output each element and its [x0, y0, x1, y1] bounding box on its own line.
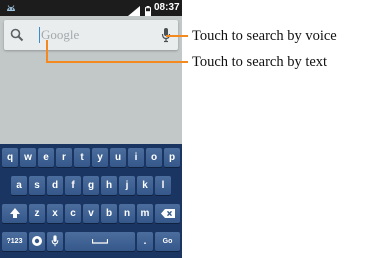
phone-screen: 08:37 Google q w e r t y u i o p a s d f… [0, 0, 182, 258]
voice-callout-line [166, 35, 188, 37]
status-bar: 08:37 [0, 0, 182, 16]
key-d[interactable]: d [47, 176, 63, 195]
go-key[interactable]: Go [155, 232, 180, 251]
key-h[interactable]: h [101, 176, 117, 195]
space-key[interactable] [65, 232, 135, 251]
key-j[interactable]: j [119, 176, 135, 195]
text-callout-line-horizontal [46, 61, 188, 63]
key-e[interactable]: e [38, 148, 54, 167]
key-x[interactable]: x [47, 204, 63, 223]
key-g[interactable]: g [83, 176, 99, 195]
key-s[interactable]: s [29, 176, 45, 195]
microphone-icon [51, 234, 59, 248]
key-b[interactable]: b [101, 204, 117, 223]
key-r[interactable]: r [56, 148, 72, 167]
key-q[interactable]: q [2, 148, 18, 167]
voice-input-key[interactable] [47, 232, 63, 251]
search-icon[interactable] [10, 28, 24, 42]
key-n[interactable]: n [119, 204, 135, 223]
soft-keyboard: q w e r t y u i o p a s d f g h j k l z … [0, 144, 182, 258]
text-callout-label: Touch to search by text [192, 54, 328, 70]
symbols-key[interactable]: ?123 [2, 232, 27, 251]
signal-icon [128, 3, 140, 16]
android-notification-icon [5, 2, 17, 13]
period-key[interactable]: . [137, 232, 153, 251]
key-l[interactable]: l [155, 176, 171, 195]
key-c[interactable]: c [65, 204, 81, 223]
key-o[interactable]: o [146, 148, 162, 167]
status-time: 08:37 [154, 2, 180, 13]
settings-icon [31, 235, 43, 247]
key-y[interactable]: y [92, 148, 108, 167]
battery-icon [145, 3, 151, 16]
google-search-bar[interactable]: Google [4, 20, 178, 50]
key-m[interactable]: m [137, 204, 153, 223]
key-k[interactable]: k [137, 176, 153, 195]
space-icon [92, 238, 108, 244]
backspace-icon [160, 209, 175, 218]
key-v[interactable]: v [83, 204, 99, 223]
key-a[interactable]: a [11, 176, 27, 195]
shift-icon [9, 208, 20, 218]
key-z[interactable]: z [29, 204, 45, 223]
key-f[interactable]: f [65, 176, 81, 195]
delete-key[interactable] [155, 204, 180, 223]
text-callout-line-vertical [46, 40, 48, 63]
settings-key[interactable] [29, 232, 45, 251]
key-u[interactable]: u [110, 148, 126, 167]
voice-callout-label: Touch to search by voice [192, 28, 337, 44]
key-t[interactable]: t [74, 148, 90, 167]
key-i[interactable]: i [128, 148, 144, 167]
text-cursor [39, 27, 40, 43]
key-p[interactable]: p [164, 148, 180, 167]
key-w[interactable]: w [20, 148, 36, 167]
shift-key[interactable] [2, 204, 27, 223]
